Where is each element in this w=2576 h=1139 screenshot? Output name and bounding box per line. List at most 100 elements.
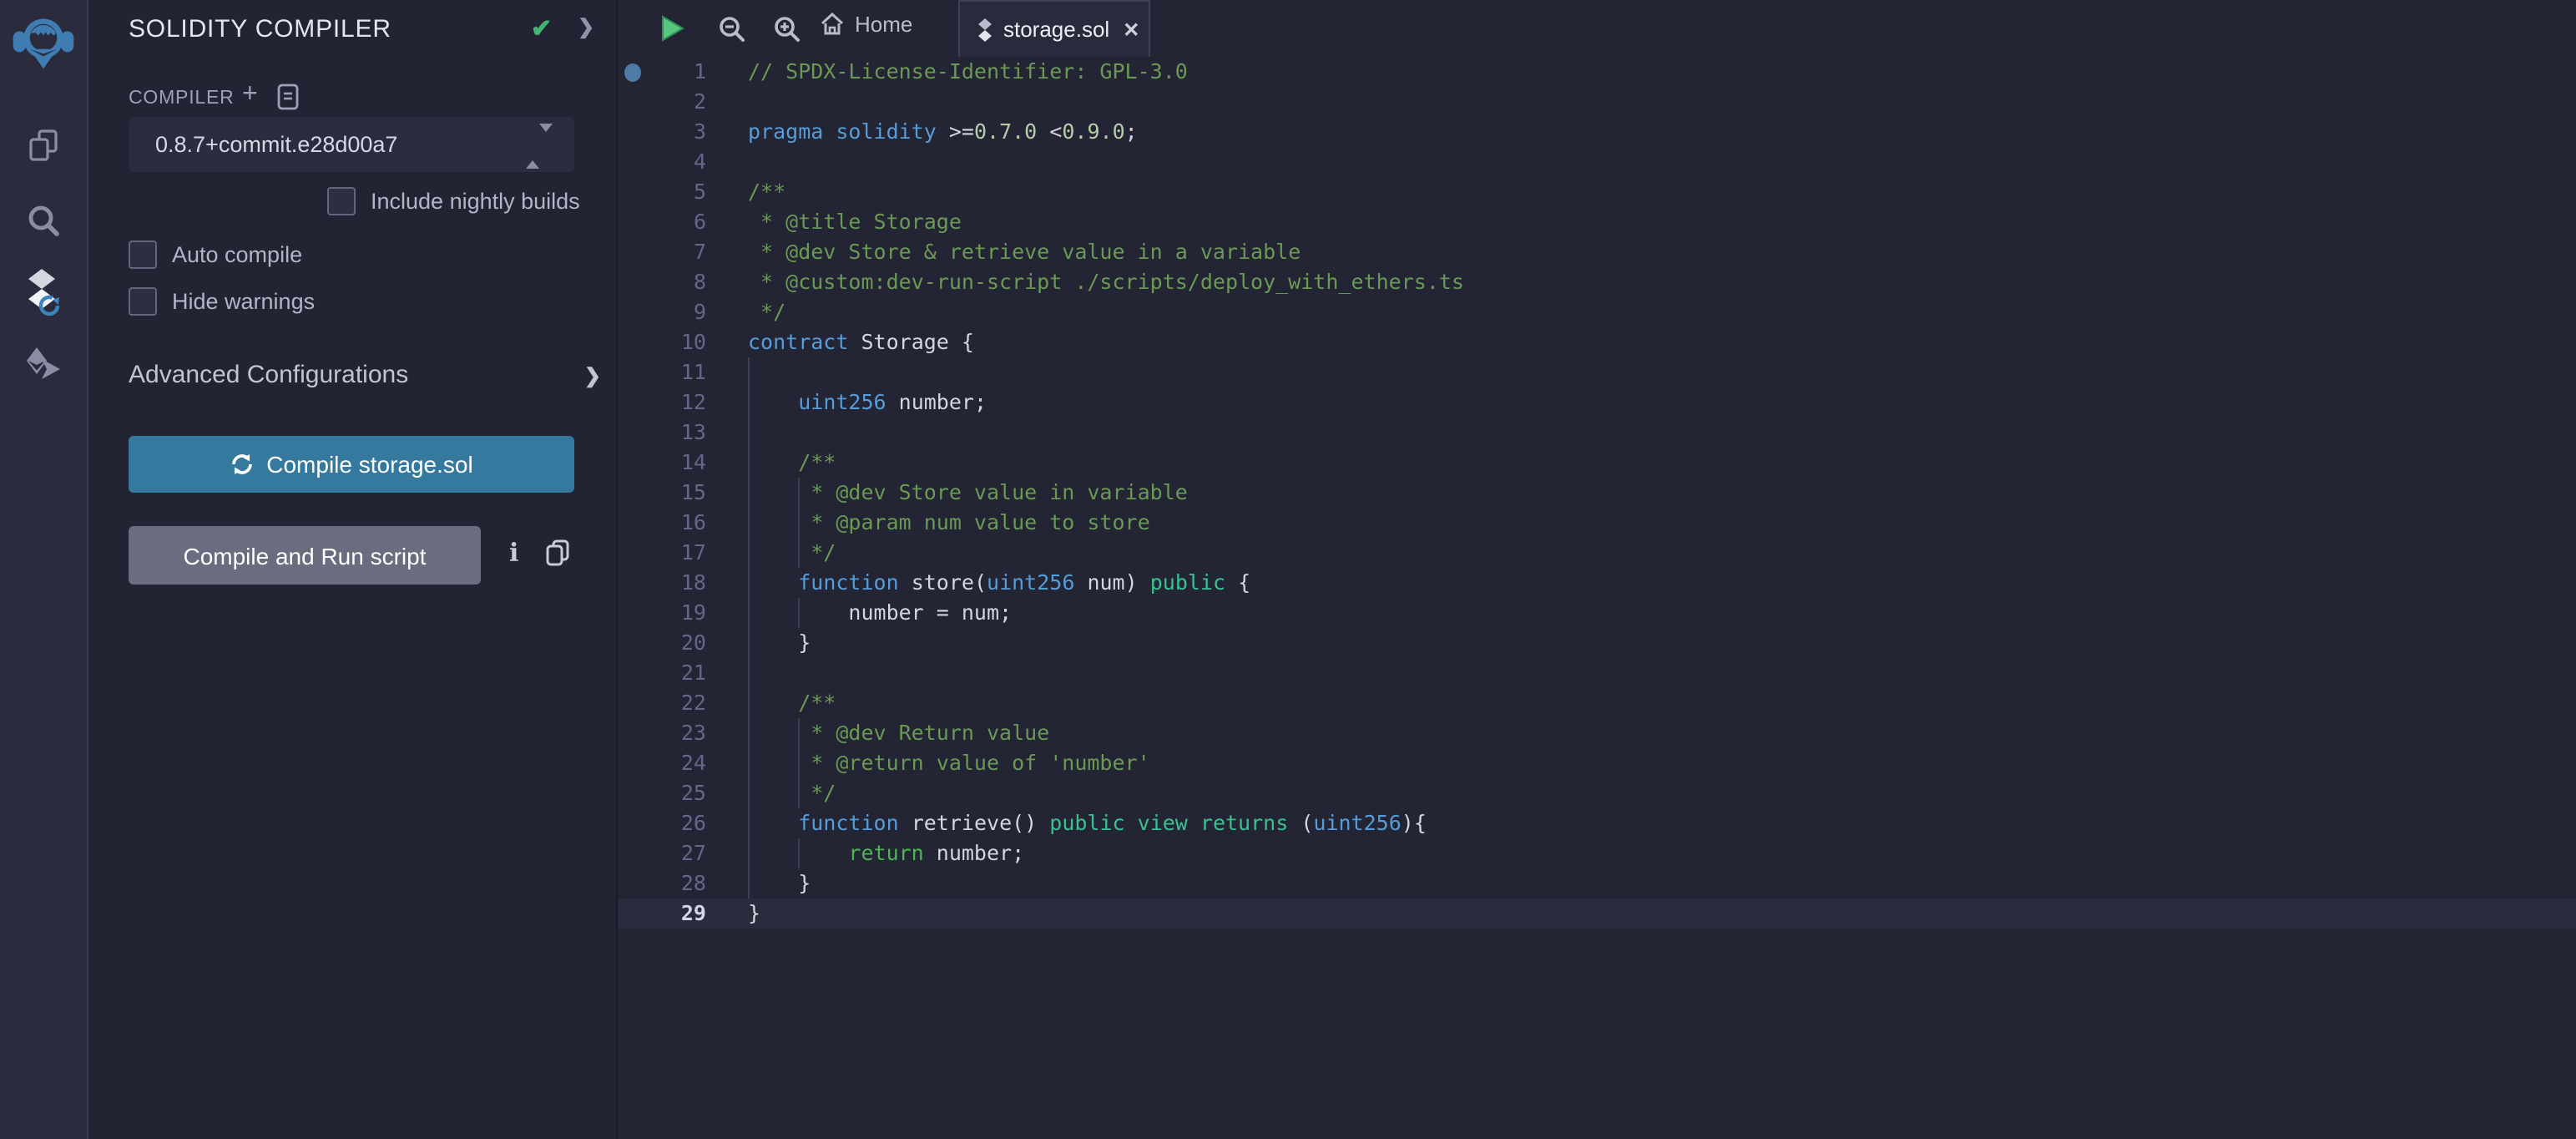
glyph-margin[interactable] (618, 778, 644, 808)
search-icon[interactable] (0, 202, 87, 239)
code-line[interactable]: 5/** (618, 177, 2576, 207)
glyph-margin[interactable] (618, 899, 644, 929)
line-number[interactable]: 16 (644, 508, 706, 538)
line-number[interactable]: 6 (644, 207, 706, 237)
glyph-margin[interactable] (618, 87, 644, 117)
code-line[interactable]: 17 */ (618, 538, 2576, 568)
line-number[interactable]: 12 (644, 387, 706, 418)
line-number[interactable]: 23 (644, 718, 706, 748)
glyph-margin[interactable] (618, 207, 644, 237)
code-line[interactable]: 8 * @custom:dev-run-script ./scripts/dep… (618, 267, 2576, 297)
glyph-margin[interactable] (618, 538, 644, 568)
code-line[interactable]: 24 * @return value of 'number' (618, 748, 2576, 778)
code-line[interactable]: 4 (618, 147, 2576, 177)
glyph-margin[interactable] (618, 508, 644, 538)
info-icon[interactable]: i (509, 538, 518, 568)
glyph-margin[interactable] (618, 418, 644, 448)
line-number[interactable]: 27 (644, 838, 706, 868)
line-number[interactable]: 5 (644, 177, 706, 207)
code-line[interactable]: 22 /** (618, 688, 2576, 718)
glyph-margin[interactable] (618, 117, 644, 147)
code-line[interactable]: 7 * @dev Store & retrieve value in a var… (618, 237, 2576, 267)
glyph-margin[interactable] (618, 177, 644, 207)
line-number[interactable]: 21 (644, 658, 706, 688)
advanced-configurations-toggle[interactable]: Advanced Configurations ❯ (129, 361, 613, 391)
line-number[interactable]: 11 (644, 357, 706, 387)
file-explorer-icon[interactable] (0, 127, 87, 164)
glyph-margin[interactable] (618, 237, 644, 267)
code-line[interactable]: 2 (618, 87, 2576, 117)
code-line[interactable]: 15 * @dev Store value in variable (618, 478, 2576, 508)
line-number[interactable]: 3 (644, 117, 706, 147)
line-number[interactable]: 29 (644, 899, 706, 929)
copy-icon[interactable] (546, 539, 569, 566)
glyph-margin[interactable] (618, 387, 644, 418)
compiler-file-icon[interactable] (277, 84, 299, 110)
code-line[interactable]: 19 number = num; (618, 598, 2576, 628)
glyph-margin[interactable] (618, 478, 644, 508)
collapse-panel-chevron-icon[interactable]: ❯ (578, 15, 594, 38)
editor-area[interactable]: Home storage.sol ✕ 1// SPDX-Lic (618, 0, 2576, 1139)
line-number[interactable]: 2 (644, 87, 706, 117)
code-line[interactable]: 28 } (618, 868, 2576, 899)
line-number[interactable]: 4 (644, 147, 706, 177)
glyph-margin[interactable] (618, 147, 644, 177)
compiler-version-select[interactable]: 0.8.7+commit.e28d00a7 (129, 117, 574, 172)
line-number[interactable]: 24 (644, 748, 706, 778)
code-line[interactable]: 1// SPDX-License-Identifier: GPL-3.0 (618, 57, 2576, 87)
compile-and-run-button[interactable]: Compile and Run script (129, 526, 481, 585)
glyph-margin[interactable] (618, 267, 644, 297)
line-number[interactable]: 13 (644, 418, 706, 448)
line-number[interactable]: 19 (644, 598, 706, 628)
code-line[interactable]: 9 */ (618, 297, 2576, 327)
line-number[interactable]: 26 (644, 808, 706, 838)
glyph-margin[interactable] (618, 57, 644, 87)
add-compiler-icon[interactable]: + (242, 80, 258, 110)
glyph-margin[interactable] (618, 297, 644, 327)
code-line[interactable]: 3pragma solidity >=0.7.0 <0.9.0; (618, 117, 2576, 147)
glyph-margin[interactable] (618, 808, 644, 838)
line-number[interactable]: 1 (644, 57, 706, 87)
glyph-margin[interactable] (618, 868, 644, 899)
line-number[interactable]: 15 (644, 478, 706, 508)
code-line[interactable]: 14 /** (618, 448, 2576, 478)
code-line[interactable]: 26 function retrieve() public view retur… (618, 808, 2576, 838)
line-number[interactable]: 17 (644, 538, 706, 568)
compile-button[interactable]: Compile storage.sol (129, 436, 574, 493)
code-line[interactable]: 6 * @title Storage (618, 207, 2576, 237)
code-line[interactable]: 21 (618, 658, 2576, 688)
glyph-margin[interactable] (618, 568, 644, 598)
auto-compile-checkbox[interactable] (129, 240, 157, 269)
glyph-margin[interactable] (618, 718, 644, 748)
glyph-margin[interactable] (618, 658, 644, 688)
remix-logo-icon[interactable] (0, 8, 87, 75)
code-line[interactable]: 16 * @param num value to store (618, 508, 2576, 538)
code-line[interactable]: 25 */ (618, 778, 2576, 808)
line-number[interactable]: 22 (644, 688, 706, 718)
code-line[interactable]: 12 uint256 number; (618, 387, 2576, 418)
glyph-margin[interactable] (618, 327, 644, 357)
glyph-margin[interactable] (618, 598, 644, 628)
line-number[interactable]: 20 (644, 628, 706, 658)
line-number[interactable]: 14 (644, 448, 706, 478)
glyph-margin[interactable] (618, 688, 644, 718)
code-line[interactable]: 20 } (618, 628, 2576, 658)
glyph-margin[interactable] (618, 357, 644, 387)
code-line[interactable]: 11 (618, 357, 2576, 387)
glyph-margin[interactable] (618, 748, 644, 778)
line-number[interactable]: 9 (644, 297, 706, 327)
line-number[interactable]: 25 (644, 778, 706, 808)
glyph-margin[interactable] (618, 838, 644, 868)
line-number[interactable]: 10 (644, 327, 706, 357)
line-number[interactable]: 28 (644, 868, 706, 899)
code-line[interactable]: 29} (618, 899, 2576, 929)
line-number[interactable]: 8 (644, 267, 706, 297)
line-number[interactable]: 7 (644, 237, 706, 267)
solidity-compiler-icon[interactable] (0, 267, 87, 321)
code-line[interactable]: 27 return number; (618, 838, 2576, 868)
code-region[interactable]: 1// SPDX-License-Identifier: GPL-3.023pr… (618, 0, 2576, 1139)
deploy-and-run-icon[interactable] (0, 346, 87, 382)
line-number[interactable]: 18 (644, 568, 706, 598)
include-nightly-checkbox[interactable] (327, 187, 356, 215)
code-line[interactable]: 18 function store(uint256 num) public { (618, 568, 2576, 598)
